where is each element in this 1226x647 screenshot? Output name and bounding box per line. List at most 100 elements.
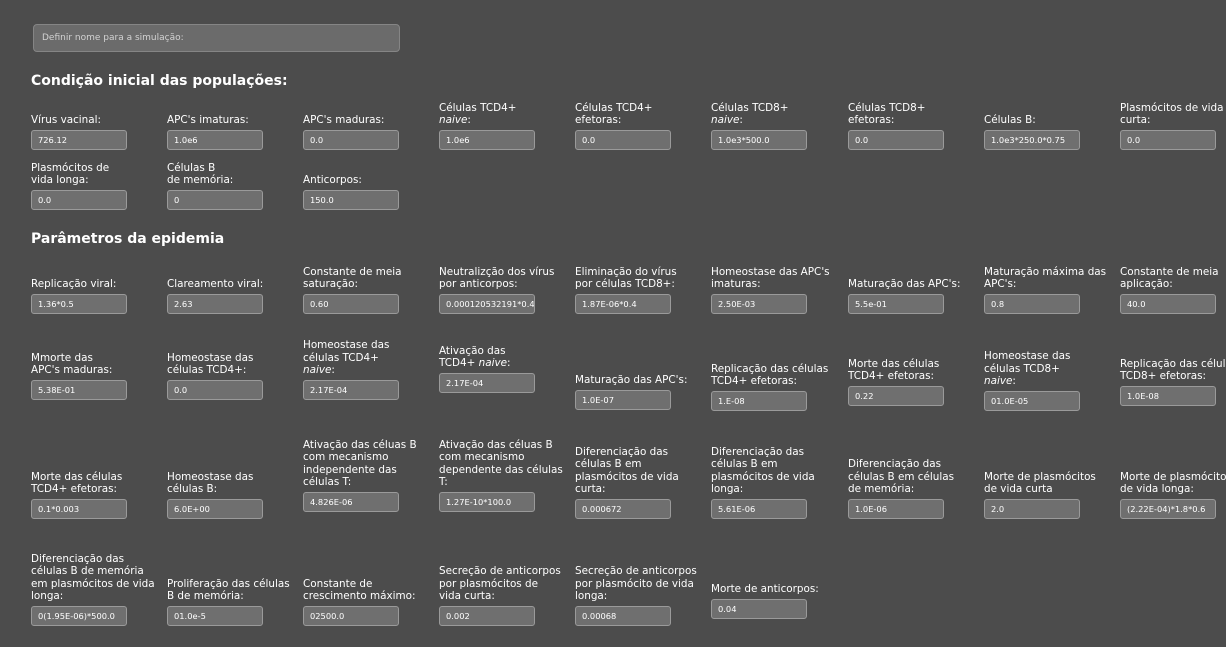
- param-label: Morte de plasmócitos de vida longa:: [1120, 471, 1226, 496]
- param-input[interactable]: [303, 492, 399, 512]
- param-input[interactable]: [31, 606, 127, 626]
- param-label: Secreção de anticorpos por plasmócito de …: [575, 565, 699, 603]
- param-input[interactable]: [848, 386, 944, 406]
- param-input[interactable]: [711, 499, 807, 519]
- param-input[interactable]: [1120, 294, 1216, 314]
- param-input[interactable]: [1120, 499, 1216, 519]
- param-label-segment: Homeostase das APC's imaturas:: [711, 265, 830, 291]
- param-field: Maturação das APC's:: [575, 350, 705, 410]
- param-field: Replicação das células TCD4+ efetoras:: [711, 351, 841, 411]
- param-field: Células B:: [984, 90, 1114, 150]
- param-input[interactable]: [439, 130, 535, 150]
- param-field: Replicação das células TCD8+ efetoras:: [1120, 346, 1226, 406]
- param-field: Morte de plasmócitos de vida longa:: [1120, 459, 1226, 519]
- param-field: Diferenciação das células B em plasmócit…: [711, 446, 841, 519]
- param-input[interactable]: [303, 130, 399, 150]
- param-input[interactable]: [984, 499, 1080, 519]
- section-title-epidemic-parameters: Parâmetros da epidemia: [31, 231, 225, 247]
- param-input[interactable]: [848, 130, 944, 150]
- param-label-segment: naive: [303, 364, 332, 377]
- param-input[interactable]: [31, 190, 127, 210]
- param-label-segment: Ativação das: [439, 344, 506, 357]
- param-label: Constante de meia saturação:: [303, 266, 427, 291]
- param-label: Plasmócitos de vida curta:: [1120, 102, 1226, 127]
- param-field: Constante de meia aplicação:: [1120, 254, 1226, 314]
- param-label-segment: APC's maduras:: [31, 364, 113, 377]
- param-input[interactable]: [31, 380, 127, 400]
- param-label: Células B:: [984, 114, 1108, 127]
- param-label: Maturação máxima das APC's:: [984, 266, 1108, 291]
- param-label: Morte das células TCD4+ efetoras:: [31, 471, 155, 496]
- param-input[interactable]: [439, 294, 535, 314]
- param-input[interactable]: [31, 130, 127, 150]
- param-input[interactable]: [1120, 130, 1216, 150]
- param-label-segment: APC's imaturas:: [167, 114, 249, 127]
- param-label-segment: Células TCD8+: [848, 101, 926, 114]
- param-field: Homeostase das APC's imaturas:: [711, 254, 841, 314]
- param-label-segment: Eliminação do vírus: [575, 265, 677, 278]
- param-label: Maturação das APC's:: [848, 278, 972, 291]
- param-input[interactable]: [167, 499, 263, 519]
- param-label: Anticorpos:: [303, 174, 427, 187]
- param-label-segment: Secreção de anticorpos por plasmócitos d…: [439, 565, 561, 603]
- param-label-segment: de vida curta: [984, 483, 1053, 496]
- param-input[interactable]: [167, 380, 263, 400]
- param-input[interactable]: [303, 380, 399, 400]
- param-input[interactable]: [303, 190, 399, 210]
- param-input[interactable]: [575, 130, 671, 150]
- param-label-segment: Neutralizção dos vírus por anticorpos:: [439, 265, 555, 291]
- param-label: Clareamento viral:: [167, 278, 291, 291]
- param-label-segment: Diferenciação das células B de memória: [31, 552, 144, 578]
- param-label-segment: Células B:: [984, 114, 1036, 127]
- param-input[interactable]: [439, 606, 535, 626]
- param-label-segment: :: [467, 114, 471, 127]
- param-input[interactable]: [711, 294, 807, 314]
- param-label-segment: :: [507, 357, 511, 370]
- param-input[interactable]: [575, 294, 671, 314]
- param-label-segment: Constante de meia aplicação:: [1120, 265, 1219, 291]
- param-input[interactable]: [711, 130, 807, 150]
- param-input[interactable]: [303, 294, 399, 314]
- param-input[interactable]: [167, 190, 263, 210]
- param-input[interactable]: [1120, 386, 1216, 406]
- param-label: Células TCD8+ efetoras:: [848, 102, 972, 127]
- param-input[interactable]: [31, 294, 127, 314]
- param-field: Ativação das TCD4+ naive:: [439, 333, 569, 393]
- param-label: Homeostase das células TCD8+ naive:: [984, 350, 1108, 388]
- param-input[interactable]: [575, 499, 671, 519]
- param-input[interactable]: [167, 294, 263, 314]
- param-input[interactable]: [303, 606, 399, 626]
- param-label-segment: naive: [439, 114, 468, 127]
- param-label: Diferenciação das células B de memória em…: [31, 553, 155, 603]
- param-label: Células TCD8+ naive:: [711, 102, 835, 127]
- param-input[interactable]: [848, 499, 944, 519]
- param-input[interactable]: [167, 130, 263, 150]
- param-input[interactable]: [439, 373, 535, 393]
- param-input[interactable]: [984, 294, 1080, 314]
- simulation-name-input[interactable]: [33, 24, 400, 52]
- param-field: Células TCD4+ naive:: [439, 90, 569, 150]
- param-label-segment: Morte das células: [848, 357, 940, 370]
- param-field: Vírus vacinal:: [31, 90, 161, 150]
- param-input[interactable]: [984, 130, 1080, 150]
- param-field: Mmorte das APC's maduras:: [31, 340, 161, 400]
- param-input[interactable]: [711, 599, 807, 619]
- param-input[interactable]: [439, 492, 535, 512]
- param-input[interactable]: [31, 499, 127, 519]
- param-input[interactable]: [575, 390, 671, 410]
- param-label-segment: longa:: [31, 590, 64, 603]
- param-field: Constante de meia saturação:: [303, 254, 433, 314]
- param-field: Maturação das APC's:: [848, 254, 978, 314]
- param-label: Maturação das APC's:: [575, 374, 699, 387]
- param-input[interactable]: [711, 391, 807, 411]
- param-input[interactable]: [167, 606, 263, 626]
- param-input[interactable]: [575, 606, 671, 626]
- param-input[interactable]: [848, 294, 944, 314]
- param-input[interactable]: [984, 391, 1080, 411]
- param-field: Neutralizção dos vírus por anticorpos:: [439, 254, 569, 314]
- param-label: Vírus vacinal:: [31, 114, 155, 127]
- param-label: Homeostase das APC's imaturas:: [711, 266, 835, 291]
- param-label: Morte de anticorpos:: [711, 583, 835, 596]
- param-label-segment: Replicação das células TCD8+ efetoras:: [1120, 357, 1226, 383]
- param-label-segment: vida longa:: [31, 174, 89, 187]
